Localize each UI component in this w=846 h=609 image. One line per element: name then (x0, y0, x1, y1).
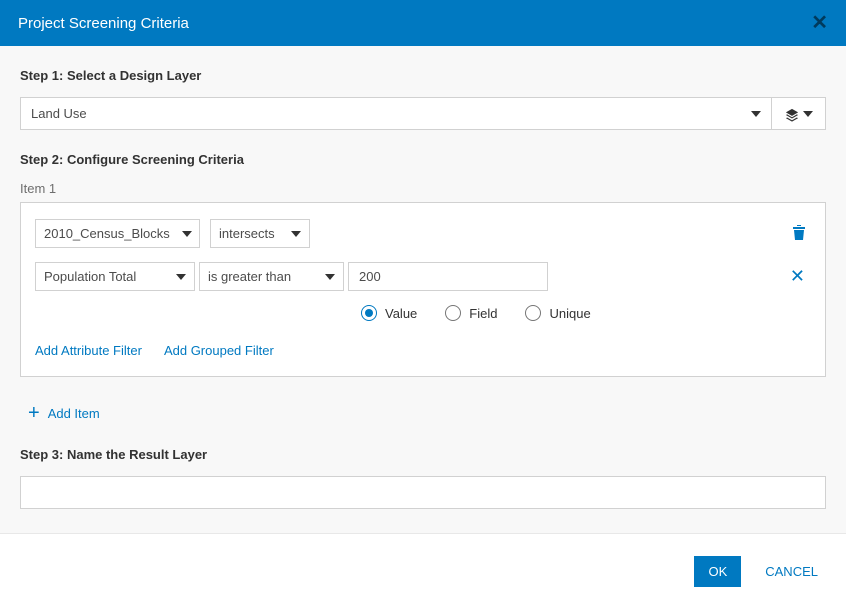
value-input[interactable] (348, 262, 548, 291)
dialog-header: Project Screening Criteria ✕ (0, 0, 846, 46)
spatial-op-select[interactable]: intersects (210, 219, 310, 248)
remove-filter-button[interactable]: ✕ (784, 266, 811, 287)
chevron-down-icon (803, 111, 813, 117)
source-layer-value: 2010_Census_Blocks (44, 226, 170, 241)
step1-label: Step 1: Select a Design Layer (20, 68, 826, 83)
criteria-item: 2010_Census_Blocks intersects Population… (20, 202, 826, 377)
radio-field[interactable]: Field (445, 305, 497, 321)
spatial-row: 2010_Census_Blocks intersects (35, 219, 811, 248)
radio-unique[interactable]: Unique (525, 305, 590, 321)
trash-icon (791, 223, 807, 241)
layers-icon (785, 108, 799, 120)
filter-links: Add Attribute Filter Add Grouped Filter (35, 343, 811, 358)
chevron-down-icon (291, 231, 301, 237)
field-select[interactable]: Population Total (35, 262, 195, 291)
comparison-value: is greater than (208, 269, 291, 284)
radio-icon (525, 305, 541, 321)
step3-block: Step 3: Name the Result Layer (20, 447, 826, 509)
add-item-button[interactable]: + Add Item (20, 395, 826, 423)
close-icon[interactable]: ✕ (811, 13, 828, 33)
layer-browse-button[interactable] (771, 97, 826, 130)
dialog-title: Project Screening Criteria (18, 15, 189, 32)
add-grouped-filter-link[interactable]: Add Grouped Filter (164, 343, 274, 358)
chevron-down-icon (751, 111, 761, 117)
radio-unique-label: Unique (549, 306, 590, 321)
step2-label: Step 2: Configure Screening Criteria (20, 152, 826, 167)
step3-label: Step 3: Name the Result Layer (20, 447, 826, 462)
x-icon: ✕ (790, 266, 805, 286)
radio-icon (361, 305, 377, 321)
radio-field-label: Field (469, 306, 497, 321)
comparison-select[interactable]: is greater than (199, 262, 344, 291)
radio-value[interactable]: Value (361, 305, 417, 321)
value-type-radios: Value Field Unique (35, 305, 811, 321)
cancel-button[interactable]: CANCEL (765, 564, 818, 579)
design-layer-value: Land Use (31, 106, 87, 121)
source-layer-select[interactable]: 2010_Census_Blocks (35, 219, 200, 248)
radio-value-label: Value (385, 306, 417, 321)
delete-item-button[interactable] (787, 223, 811, 244)
chevron-down-icon (182, 231, 192, 237)
field-value: Population Total (44, 269, 136, 284)
ok-button[interactable]: OK (694, 556, 741, 587)
item-label: Item 1 (20, 181, 826, 196)
dialog-content: Step 1: Select a Design Layer Land Use S… (0, 46, 846, 534)
plus-icon: + (28, 403, 40, 423)
design-layer-row: Land Use (20, 97, 826, 130)
result-layer-input[interactable] (20, 476, 826, 509)
add-item-label: Add Item (48, 406, 100, 421)
radio-icon (445, 305, 461, 321)
chevron-down-icon (325, 274, 335, 280)
dialog-footer: OK CANCEL (0, 534, 846, 609)
chevron-down-icon (176, 274, 186, 280)
add-attribute-filter-link[interactable]: Add Attribute Filter (35, 343, 142, 358)
attribute-row: Population Total is greater than ✕ (35, 262, 811, 291)
spatial-op-value: intersects (219, 226, 275, 241)
design-layer-select[interactable]: Land Use (20, 97, 771, 130)
